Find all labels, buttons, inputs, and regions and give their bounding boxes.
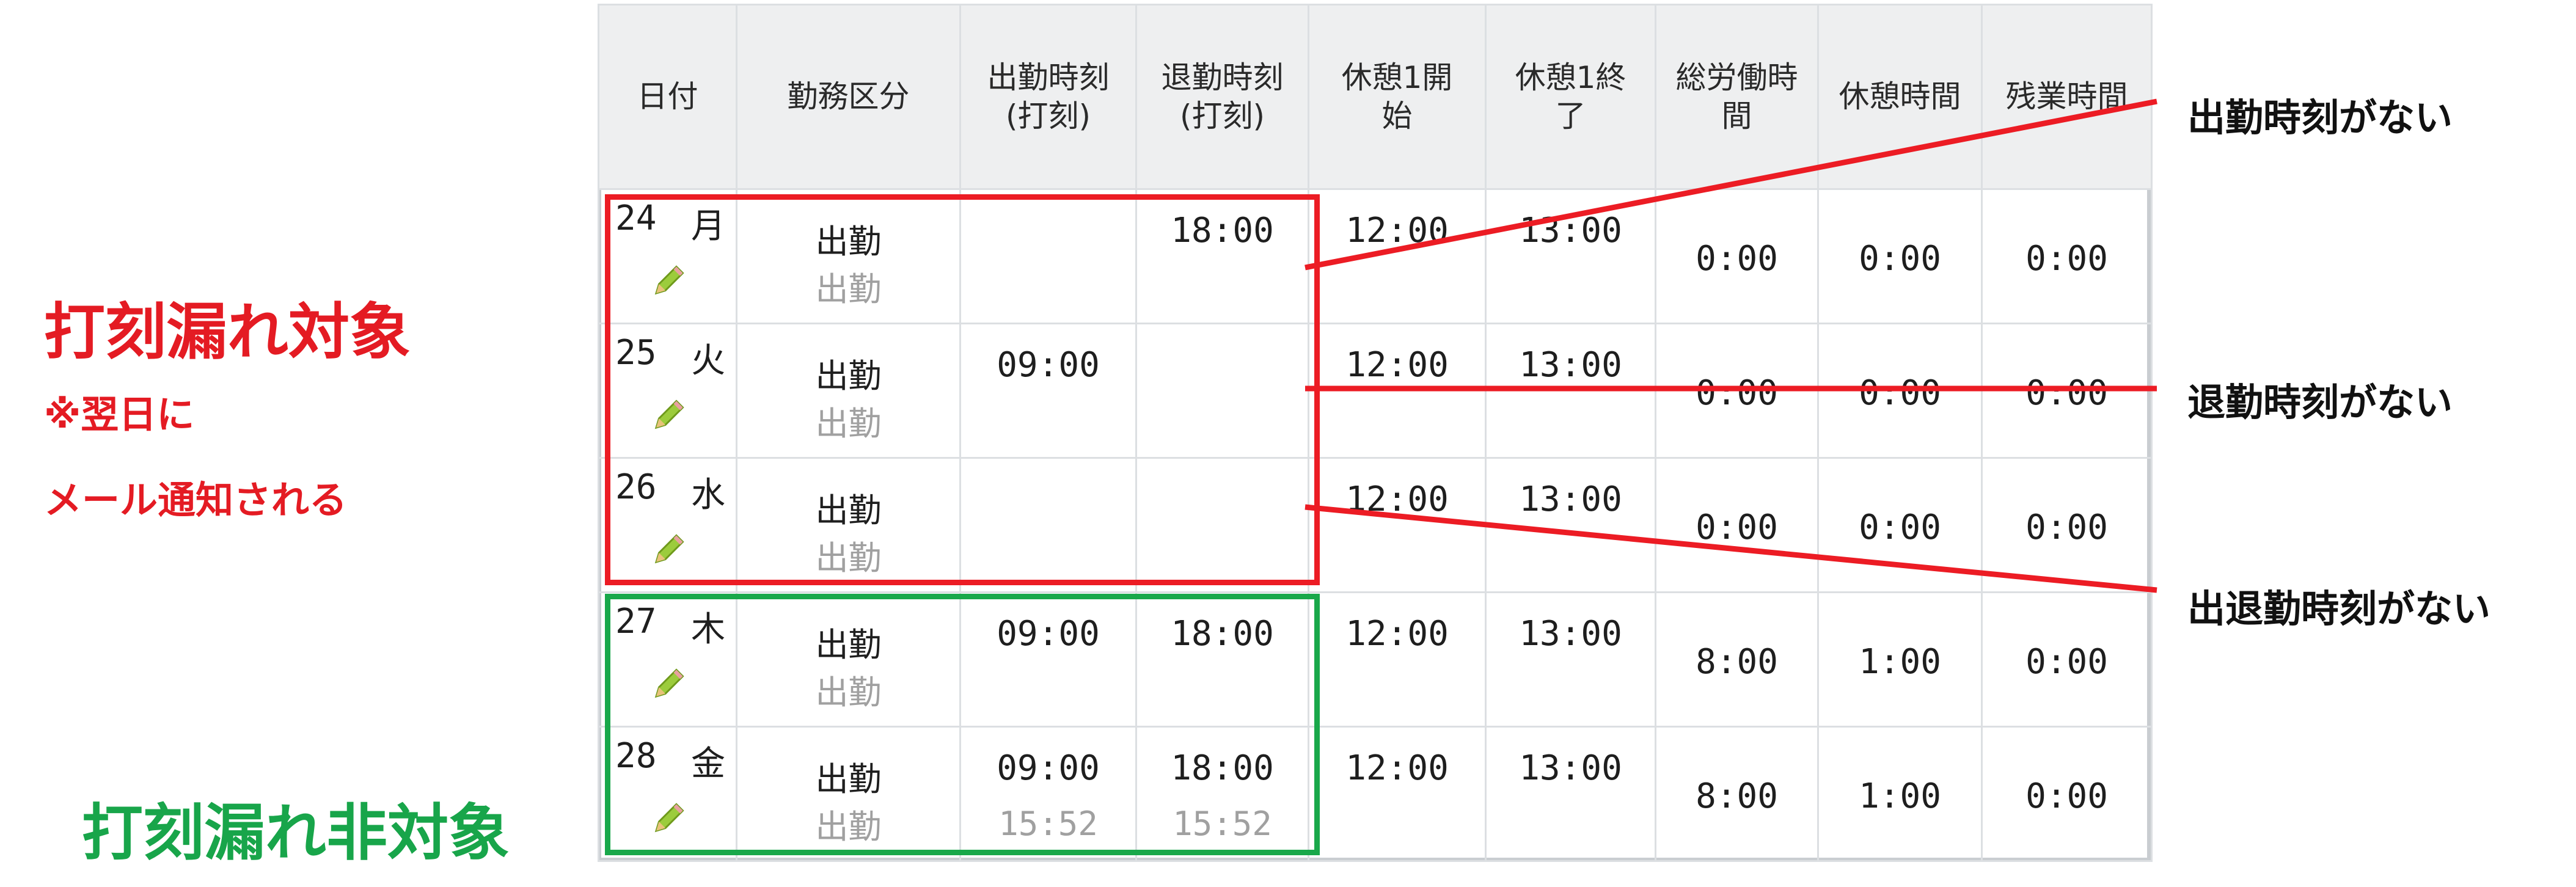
- non-target-label: 打刻漏れ非対象: [82, 797, 510, 869]
- notification-note-line1: ※翌日に: [44, 392, 195, 437]
- callout-line-missing-in: [1304, 98, 2157, 271]
- callout-line-missing-both: [1304, 504, 2157, 593]
- missing-punch-target-label: 打刻漏れ対象: [44, 296, 411, 368]
- annotation-missing-out: 退勤時刻がない: [2187, 380, 2453, 425]
- notification-note-line2: メール通知される: [44, 478, 348, 522]
- annotation-missing-both: 出退勤時刻がない: [2187, 586, 2491, 631]
- annotation-missing-in: 出勤時刻がない: [2187, 95, 2453, 140]
